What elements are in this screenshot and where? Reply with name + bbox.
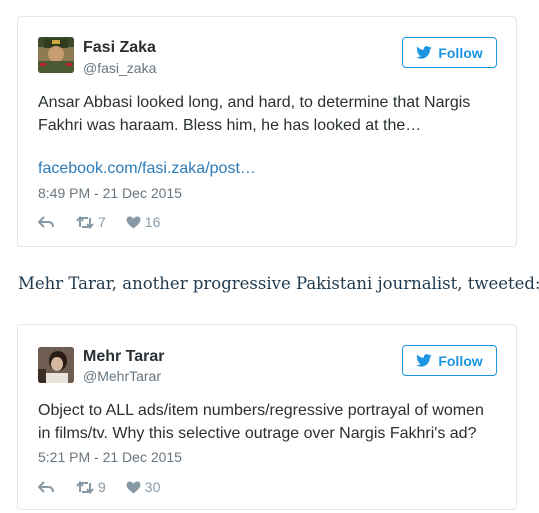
tweet-text-line: Fakhri was haraam. Bless him, he has loo… xyxy=(38,117,422,134)
follow-label: Follow xyxy=(438,44,483,61)
author-name[interactable]: Mehr Tarar xyxy=(83,348,165,366)
retweet-icon xyxy=(76,215,94,229)
twitter-bird-icon xyxy=(416,354,432,367)
tweet-timestamp[interactable]: 8:49 PM - 21 Dec 2015 xyxy=(38,185,182,201)
retweet-icon xyxy=(76,480,94,494)
like-button[interactable]: 30 xyxy=(126,479,161,495)
retweet-button[interactable]: 9 xyxy=(76,479,106,495)
tweet-card: Fasi Zaka @fasi_zaka Follow Ansar Abbasi… xyxy=(17,16,517,247)
follow-button[interactable]: Follow xyxy=(402,37,497,68)
avatar[interactable] xyxy=(38,37,74,73)
heart-icon xyxy=(126,481,141,493)
tweet-card: Mehr Tarar @MehrTarar Follow Object to A… xyxy=(17,324,517,510)
tweet-text-line: Ansar Abbasi looked long, and hard, to d… xyxy=(38,94,471,111)
reply-button[interactable] xyxy=(38,481,54,493)
author-handle[interactable]: @MehrTarar xyxy=(83,368,161,384)
retweet-count: 7 xyxy=(98,214,106,230)
tweet-actions: 9 30 xyxy=(38,479,160,495)
retweet-button[interactable]: 7 xyxy=(76,214,106,230)
tweet-text-line: in films/tv. Why this selective outrage … xyxy=(38,425,477,442)
author-handle[interactable]: @fasi_zaka xyxy=(83,60,156,76)
like-count: 16 xyxy=(144,214,161,230)
tweet-text: Ansar Abbasi looked long, and hard, to d… xyxy=(38,91,496,137)
article-caption: Mehr Tarar, another progressive Pakistan… xyxy=(18,274,539,293)
tweet-text: Object to ALL ads/item numbers/regressiv… xyxy=(38,399,496,445)
follow-label: Follow xyxy=(438,352,483,369)
heart-icon xyxy=(126,216,141,228)
tweet-actions: 7 16 xyxy=(38,214,160,230)
like-button[interactable]: 16 xyxy=(126,214,161,230)
author-name[interactable]: Fasi Zaka xyxy=(83,39,156,57)
avatar[interactable] xyxy=(38,347,74,383)
follow-button[interactable]: Follow xyxy=(402,345,497,376)
tweet-text-line: Object to ALL ads/item numbers/regressiv… xyxy=(38,402,484,419)
reply-icon xyxy=(38,216,54,228)
retweet-count: 9 xyxy=(98,479,106,495)
twitter-bird-icon xyxy=(416,46,432,59)
tweet-link[interactable]: facebook.com/fasi.zaka/post… xyxy=(38,160,256,178)
reply-icon xyxy=(38,481,54,493)
tweet-timestamp[interactable]: 5:21 PM - 21 Dec 2015 xyxy=(38,449,182,465)
like-count: 30 xyxy=(144,479,161,495)
reply-button[interactable] xyxy=(38,216,54,228)
